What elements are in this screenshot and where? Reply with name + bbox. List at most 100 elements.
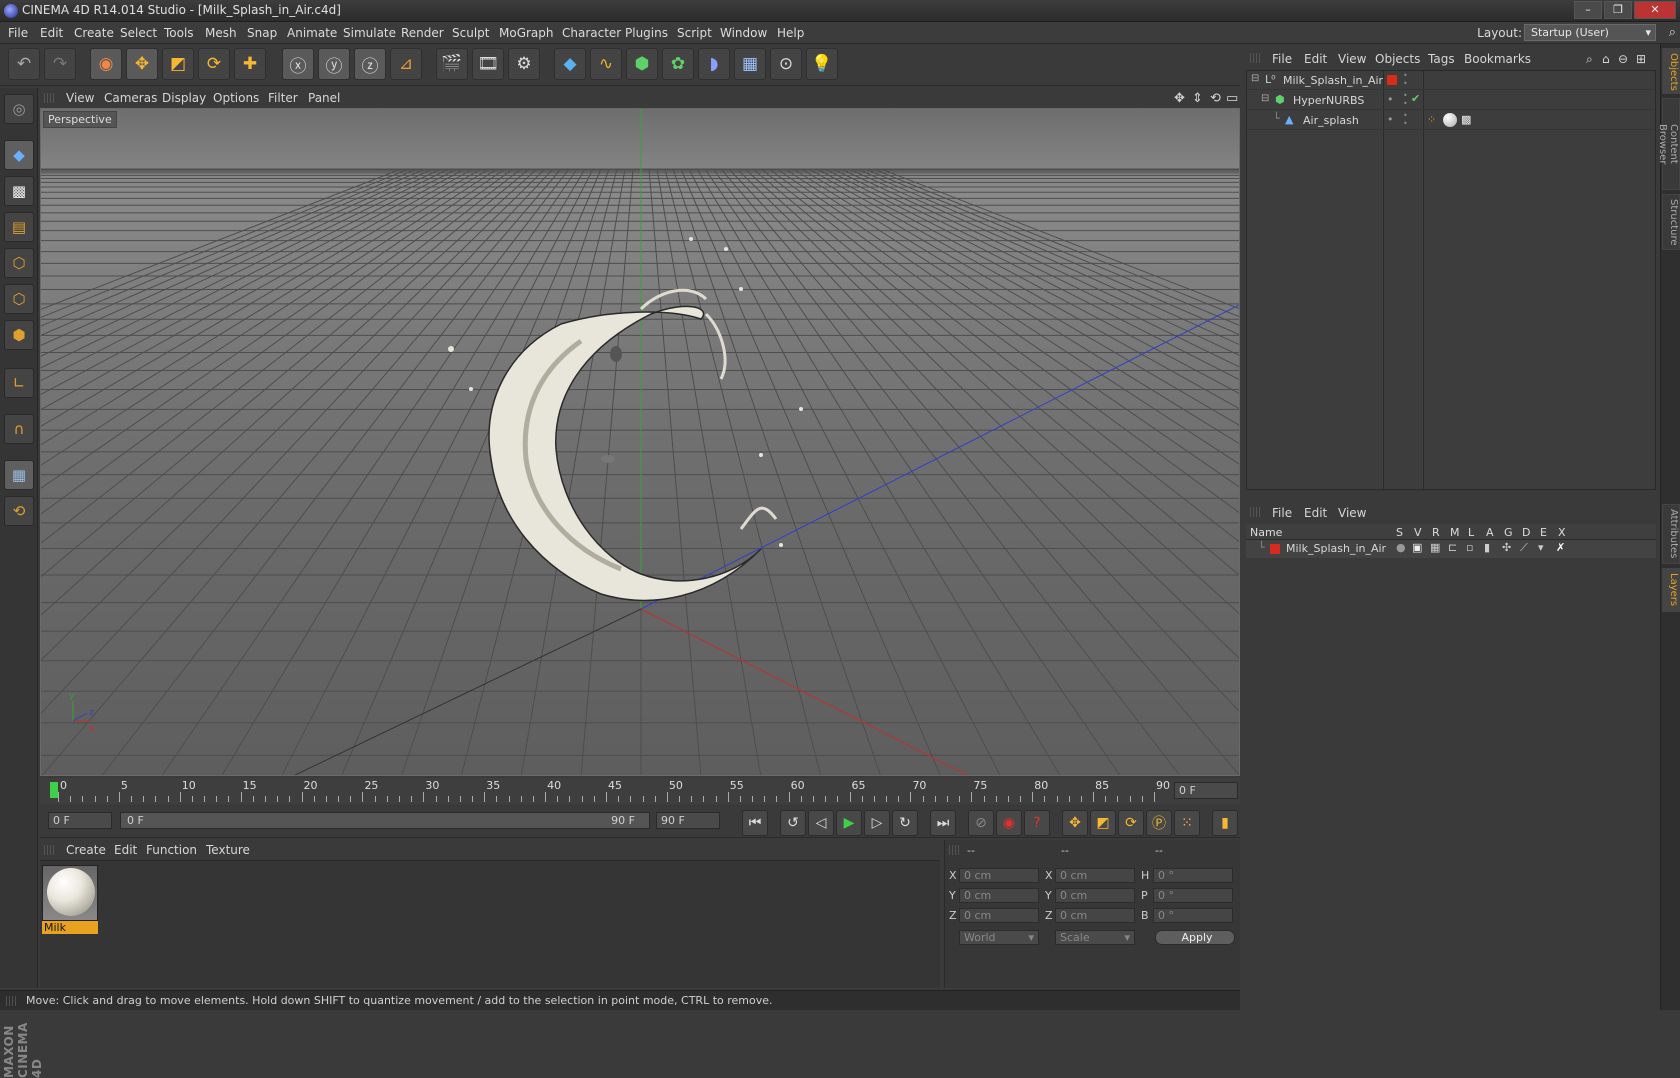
material-menu-function[interactable]: Function [146, 843, 197, 857]
pos-z-field[interactable]: 0 cm [959, 908, 1039, 923]
object-menu-objects[interactable]: Objects [1375, 52, 1420, 66]
layer-menu-file[interactable]: File [1272, 506, 1292, 520]
col-v[interactable]: V [1414, 526, 1422, 539]
object-menu-file[interactable]: File [1272, 52, 1292, 66]
tab-objects[interactable]: Objects [1662, 48, 1680, 94]
panel-grip-icon[interactable] [44, 845, 54, 855]
search-icon[interactable]: ⌕ [1586, 52, 1593, 67]
viewport-menu-cameras[interactable]: Cameras [104, 91, 157, 105]
render-dot-icon[interactable]: • [1387, 93, 1394, 106]
model-mode-icon[interactable]: ◆ [4, 140, 34, 170]
pos-y-field[interactable]: 0 cm [959, 888, 1039, 903]
render-settings-icon[interactable]: ⚙ [508, 48, 540, 80]
rot-b-field[interactable]: 0 ° [1153, 908, 1233, 923]
playhead-marker[interactable] [50, 782, 58, 798]
menu-animate[interactable]: Animate [287, 26, 337, 40]
viewport-menu-panel[interactable]: Panel [308, 91, 340, 105]
array-icon[interactable]: ✿ [662, 48, 694, 80]
points-mode-icon[interactable]: ⬡ [4, 248, 34, 278]
next-key-icon[interactable]: ↻ [892, 810, 918, 836]
perspective-viewport[interactable]: y z x Perspective [40, 108, 1240, 776]
manager-icon[interactable]: ⊏ [1448, 541, 1457, 554]
play-icon[interactable]: ▶ [836, 810, 862, 836]
magnet-icon[interactable]: ∩ [4, 414, 34, 444]
expressions-icon[interactable]: ▾ [1538, 541, 1544, 554]
pos-x-field[interactable]: 0 cm [959, 868, 1039, 883]
menu-plugins[interactable]: Plugins [625, 26, 668, 40]
dolly-icon[interactable]: ⇕ [1192, 91, 1203, 106]
apply-button[interactable]: Apply [1155, 930, 1235, 945]
viewport-menu-display[interactable]: Display [162, 91, 206, 105]
collapse-icon[interactable]: ⊟ [1261, 93, 1269, 104]
menu-script[interactable]: Script [677, 26, 712, 40]
material-name-label[interactable]: Milk [42, 921, 98, 934]
grid-lock-icon[interactable]: ▦ [4, 460, 34, 490]
col-e[interactable]: E [1540, 526, 1547, 539]
menu-help[interactable]: Help [777, 26, 804, 40]
scale-icon[interactable]: ◩ [162, 48, 194, 80]
frame-range-slider[interactable]: 0 F 90 F [120, 812, 650, 829]
render-view-icon[interactable]: 🎬 [436, 48, 468, 80]
generators-icon[interactable]: ✣ [1502, 541, 1511, 554]
render-picture-viewer-icon[interactable]: 🎞 [472, 48, 504, 80]
deformer-icon[interactable]: ◗ [698, 48, 730, 80]
panel-grip-icon[interactable] [1250, 507, 1260, 517]
camera-icon[interactable]: ⊙ [770, 48, 802, 80]
material-tag-icon[interactable] [1443, 113, 1457, 127]
panel-grip-icon[interactable] [1250, 53, 1260, 63]
col-x[interactable]: X [1558, 526, 1566, 539]
timeline-ruler[interactable]: 0 5 10 15 20 25 30 35 40 45 50 55 60 65 70 75 80 85 90 0 F [40, 778, 1240, 804]
edges-mode-icon[interactable]: ⬡ [4, 284, 34, 314]
col-r[interactable]: R [1432, 526, 1440, 539]
enabled-check-icon[interactable]: ✔ [1411, 92, 1420, 105]
make-editable-icon[interactable]: ◎ [4, 94, 34, 124]
object-menu-view[interactable]: View [1338, 52, 1366, 66]
rotate-icon[interactable]: ⟳ [198, 48, 230, 80]
menu-window[interactable]: Window [720, 26, 767, 40]
size-z-field[interactable]: 0 cm [1055, 908, 1135, 923]
object-row[interactable]: ⊟ ⬢ HyperNURBS • • • ✔ [1247, 91, 1655, 110]
layer-color-swatch[interactable] [1270, 544, 1280, 554]
move-icon[interactable]: ✥ [126, 48, 158, 80]
minimize-button[interactable]: – [1574, 1, 1602, 19]
rot-p-field[interactable]: 0 ° [1153, 888, 1233, 903]
cube-primitive-icon[interactable]: ◆ [554, 48, 586, 80]
menu-mesh[interactable]: Mesh [205, 26, 237, 40]
keyframe-selection-icon[interactable]: ? [1024, 810, 1050, 836]
collapse-icon[interactable]: ⊟ [1251, 73, 1259, 84]
lock-icon[interactable]: ▫ [1466, 541, 1473, 554]
key-parameter-icon[interactable]: Ⓟ [1146, 810, 1172, 836]
coordinate-system-icon[interactable]: ⊿ [390, 48, 422, 80]
layer-color-swatch[interactable] [1387, 75, 1397, 85]
tab-content-browser[interactable]: Content Browser [1657, 98, 1680, 190]
polygons-mode-icon[interactable]: ⬢ [4, 320, 34, 350]
autokey-icon[interactable]: ◉ [996, 810, 1022, 836]
visibility-dots-icon[interactable]: • • [1403, 112, 1408, 128]
deformers-icon[interactable]: ⟋ [1520, 541, 1528, 555]
live-selection-icon[interactable]: ◉ [90, 48, 122, 80]
material-milk[interactable] [42, 865, 98, 921]
snap-icon[interactable]: ⟲ [4, 496, 34, 526]
key-pla-icon[interactable]: ⁙ [1174, 810, 1200, 836]
key-scale-icon[interactable]: ◩ [1090, 810, 1116, 836]
panel-grip-icon[interactable] [949, 845, 959, 855]
x-axis-lock-icon[interactable]: ⓧ [282, 48, 314, 80]
tab-layers[interactable]: Layers [1662, 568, 1680, 612]
add-transform-icon[interactable]: ✚ [234, 48, 266, 80]
view-icon[interactable]: ▣ [1412, 541, 1422, 554]
menu-edit[interactable]: Edit [40, 26, 63, 40]
size-x-field[interactable]: 0 cm [1055, 868, 1135, 883]
coordinate-mode-dropdown[interactable]: World ▾ [959, 930, 1039, 945]
search-icon[interactable]: ⌕ [1669, 25, 1676, 40]
col-s[interactable]: S [1396, 526, 1403, 539]
tab-structure[interactable]: Structure [1662, 194, 1680, 250]
current-frame-field[interactable]: 0 F [1174, 782, 1238, 799]
layer-menu-view[interactable]: View [1338, 506, 1366, 520]
nurbs-icon[interactable]: ⬢ [626, 48, 658, 80]
timeline-window-icon[interactable]: ▮ [1212, 810, 1238, 836]
menu-simulate[interactable]: Simulate [343, 26, 396, 40]
layer-menu-edit[interactable]: Edit [1304, 506, 1327, 520]
menu-mograph[interactable]: MoGraph [499, 26, 554, 40]
home-icon[interactable]: ⌂ [1602, 52, 1610, 66]
phong-tag-icon[interactable]: ⁘ [1427, 113, 1436, 126]
